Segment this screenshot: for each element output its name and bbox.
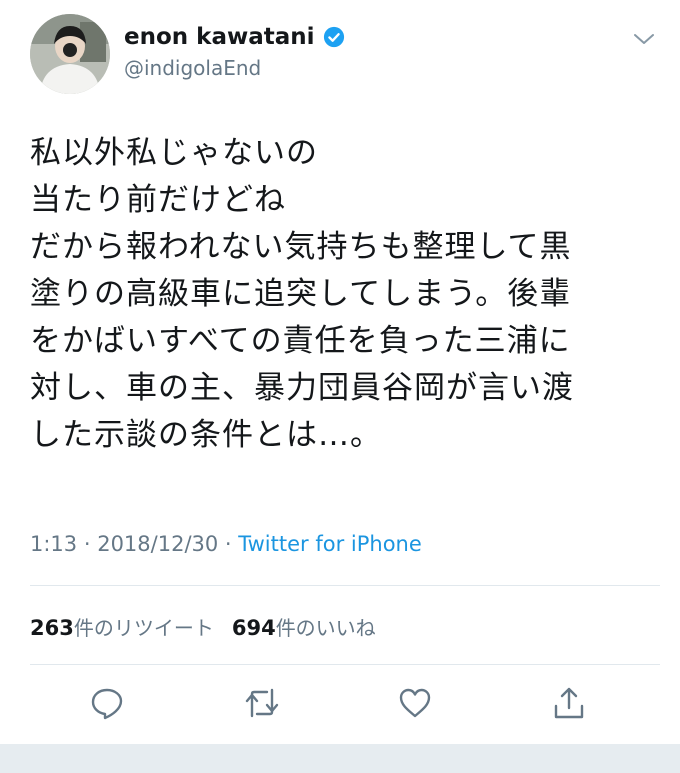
tweet-line: 塗りの高級車に追突してしまう。後輩 <box>30 276 572 312</box>
reply-button[interactable] <box>90 686 124 720</box>
divider <box>30 585 660 586</box>
tweet-line: をかばいすべての責任を負った三浦に <box>30 323 571 359</box>
tweet-line: 対し、車の主、暴力団員谷岡が言い渡 <box>30 370 574 406</box>
chevron-down-icon[interactable] <box>632 30 656 48</box>
like-label: 件のいいね <box>275 616 376 640</box>
heart-icon <box>399 688 431 718</box>
retweet-icon <box>245 688 279 718</box>
retweet-button[interactable] <box>245 686 279 720</box>
tweet-text: 私以外私じゃないの 当たり前だけどね だから報われない気持ちも整理して黒 塗りの… <box>30 130 655 459</box>
tweet-source-link[interactable]: Twitter for iPhone <box>238 532 422 556</box>
user-handle[interactable]: @indigolaEnd <box>124 56 261 80</box>
retweet-label: 件のリツイート <box>73 616 214 640</box>
bottom-bar <box>0 744 680 773</box>
avatar[interactable] <box>30 14 110 94</box>
verified-badge-icon <box>323 26 345 48</box>
meta-separator: · <box>218 532 239 556</box>
share-button[interactable] <box>552 686 586 720</box>
meta-separator: · <box>77 532 98 556</box>
tweet-time[interactable]: 1:13 <box>30 532 77 556</box>
like-button[interactable] <box>398 686 432 720</box>
like-stat[interactable]: 694件のいいね <box>232 616 376 640</box>
retweet-count: 263 <box>30 616 74 640</box>
retweet-stat[interactable]: 263件のリツイート <box>30 616 214 640</box>
like-count: 694 <box>231 616 276 640</box>
display-name: enon kawatani <box>124 24 315 50</box>
tweet-line: した示談の条件とは…。 <box>30 417 382 453</box>
tweet-date[interactable]: 2018/12/30 <box>97 532 218 556</box>
display-name-row[interactable]: enon kawatani <box>124 24 345 50</box>
tweet-line: 当たり前だけどね <box>30 182 286 218</box>
tweet-meta: 1:13 · 2018/12/30 · Twitter for iPhone <box>30 532 422 556</box>
divider <box>30 664 660 665</box>
tweet-line: だから報われない気持ちも整理して黒 <box>30 229 572 265</box>
action-bar <box>0 680 680 730</box>
tweet-stats: 263件のリツイート 694件のいいね <box>30 612 376 641</box>
share-icon <box>554 687 584 719</box>
reply-icon <box>91 688 123 720</box>
tweet-line: 私以外私じゃないの <box>30 135 318 171</box>
